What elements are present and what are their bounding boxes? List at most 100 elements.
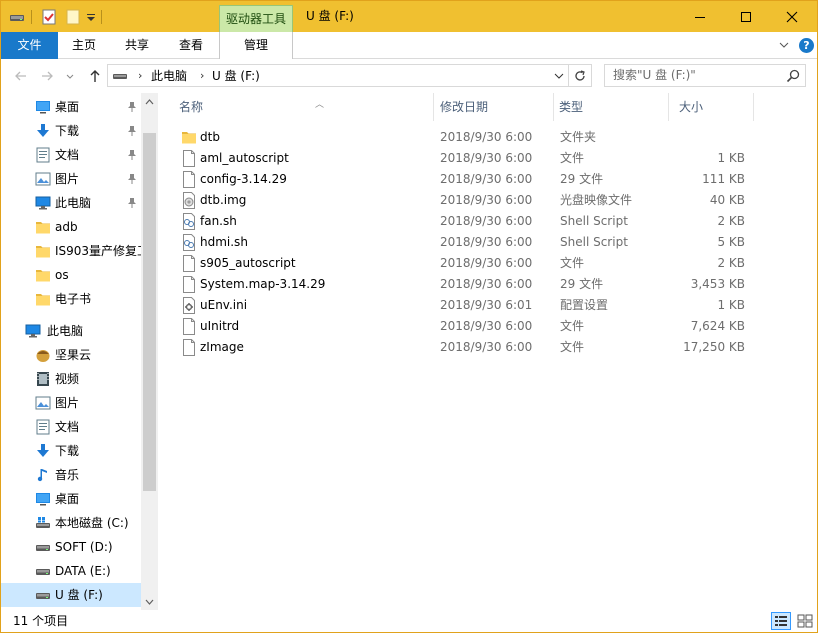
search-input[interactable]: 搜索"U 盘 (F:)" [604,64,806,87]
sidebar-item[interactable]: 图片 [1,391,141,415]
sidebar-item[interactable]: 音乐 [1,463,141,487]
properties-icon[interactable] [41,8,57,26]
sidebar-item[interactable]: 图片 [1,167,141,191]
tab-share[interactable]: 共享 [110,32,164,59]
breadcrumb-this-pc[interactable]: 此电脑 [151,65,187,87]
sidebar-item[interactable]: 此电脑 [1,191,141,215]
tab-home[interactable]: 主页 [58,32,110,59]
scroll-up-icon[interactable] [141,93,158,110]
column-header-date[interactable]: 修改日期 [440,93,550,121]
customize-quick-access-icon[interactable] [85,8,97,26]
back-button[interactable] [13,68,29,84]
sidebar-item[interactable]: 文档 [1,143,141,167]
file-row[interactable]: s905_autoscript 2018/9/30 6:00 文件 2 KB [175,253,755,274]
file-row[interactable]: fan.sh 2018/9/30 6:00 Shell Script 2 KB [175,211,755,232]
navigation-scrollbar[interactable] [141,93,158,610]
column-header-type[interactable]: 类型 [559,93,659,121]
tab-view[interactable]: 查看 [164,32,218,59]
sidebar-item-label: U 盘 (F:) [55,588,103,602]
file-type: 29 文件 [560,277,604,291]
file-row[interactable]: config-3.14.29 2018/9/30 6:00 29 文件 111 KB [175,169,755,190]
forward-button[interactable] [39,68,55,84]
file-size: 17,250 KB [683,340,745,354]
expand-ribbon-icon[interactable] [777,38,791,52]
file-date: 2018/9/30 6:00 [440,319,533,333]
file-row[interactable]: zImage 2018/9/30 6:00 文件 17,250 KB [175,337,755,358]
sidebar-item[interactable]: DATA (E:) [1,559,141,583]
new-folder-icon[interactable] [65,8,81,26]
documents-icon [35,419,51,435]
file-row[interactable]: aml_autoscript 2018/9/30 6:00 文件 1 KB [175,148,755,169]
file-type: Shell Script [560,235,628,249]
file-row[interactable]: uEnv.ini 2018/9/30 6:01 配置设置 1 KB [175,295,755,316]
tab-file[interactable]: 文件 [1,32,58,59]
file-row[interactable]: dtb 2018/9/30 6:00 文件夹 [175,127,755,148]
column-divider[interactable] [553,93,554,121]
file-size: 2 KB [717,256,745,270]
sidebar-item-label: 电子书 [55,292,92,306]
file-icon [181,339,197,356]
sidebar-item-label: 本地磁盘 (C:) [55,516,129,530]
sidebar-item[interactable]: adb [1,215,141,239]
tab-manage[interactable]: 管理 [219,32,293,60]
column-header-size[interactable]: 大小 [679,93,749,121]
sidebar-item[interactable]: SOFT (D:) [1,535,141,559]
sidebar-item-label: IS903量产修复工 [55,244,141,258]
sidebar-item[interactable]: 下载 [1,119,141,143]
chevron-down-icon [66,74,74,79]
sidebar-item-label: 下载 [55,124,80,138]
close-button[interactable] [769,1,815,32]
sidebar-item[interactable]: 此电脑 [1,319,141,343]
file-date: 2018/9/30 6:00 [440,277,533,291]
sidebar-item-label: 坚果云 [55,348,92,362]
computer-icon [35,195,51,211]
file-row[interactable]: hdmi.sh 2018/9/30 6:00 Shell Script 5 KB [175,232,755,253]
column-divider[interactable] [753,93,754,121]
file-name: uEnv.ini [200,298,248,312]
sidebar-item-label: 视频 [55,372,80,386]
breadcrumb-usb-drive[interactable]: U 盘 (F:) [212,65,260,87]
sidebar-item[interactable]: 电子书 [1,287,141,311]
sidebar-item[interactable]: 桌面 [1,95,141,119]
breadcrumb-separator-icon[interactable]: › [138,65,142,87]
breadcrumb-separator-icon[interactable]: › [200,65,204,87]
file-date: 2018/9/30 6:00 [440,235,533,249]
file-name: dtb.img [200,193,247,207]
sidebar-item-label: 音乐 [55,468,80,482]
address-bar[interactable]: › 此电脑 › U 盘 (F:) [107,64,569,87]
file-row[interactable]: uInitrd 2018/9/30 6:00 文件 7,624 KB [175,316,755,337]
maximize-button[interactable] [723,1,769,32]
scrollbar-thumb[interactable] [143,133,156,491]
sidebar-item[interactable]: U 盘 (F:) [1,583,141,607]
desktop-icon [35,491,51,507]
address-dropdown-icon[interactable] [552,69,566,83]
sidebar-item[interactable]: IS903量产修复工 [1,239,141,263]
column-divider[interactable] [433,93,434,121]
refresh-button[interactable] [569,64,592,87]
sidebar-item[interactable]: 本地磁盘 (C:) [1,511,141,535]
file-row[interactable]: System.map-3.14.29 2018/9/30 6:00 29 文件 3,4… [175,274,755,295]
sidebar-item[interactable]: os [1,263,141,287]
help-icon[interactable]: ? [799,38,814,53]
column-divider[interactable] [668,93,669,121]
large-icons-view-button[interactable] [795,612,815,630]
sidebar-item[interactable]: 文档 [1,415,141,439]
pin-icon [127,197,137,209]
search-icon[interactable] [785,68,801,84]
column-header-name[interactable]: 名称 ︿ [179,93,439,121]
scroll-down-icon[interactable] [141,593,158,610]
sidebar-item-label: DATA (E:) [55,564,111,578]
up-button[interactable] [87,68,103,84]
sidebar-item[interactable]: 视频 [1,367,141,391]
sidebar-item[interactable]: 坚果云 [1,343,141,367]
sidebar-item[interactable]: 桌面 [1,487,141,511]
details-view-button[interactable] [771,612,791,630]
file-icon [181,255,197,272]
file-row[interactable]: dtb.img 2018/9/30 6:00 光盘映像文件 40 KB [175,190,755,211]
pin-icon [127,173,137,185]
minimize-button[interactable] [677,1,723,32]
disc-image-icon [181,192,197,209]
drive-icon[interactable] [9,8,25,26]
recent-locations-button[interactable] [65,68,75,84]
sidebar-item[interactable]: 下载 [1,439,141,463]
